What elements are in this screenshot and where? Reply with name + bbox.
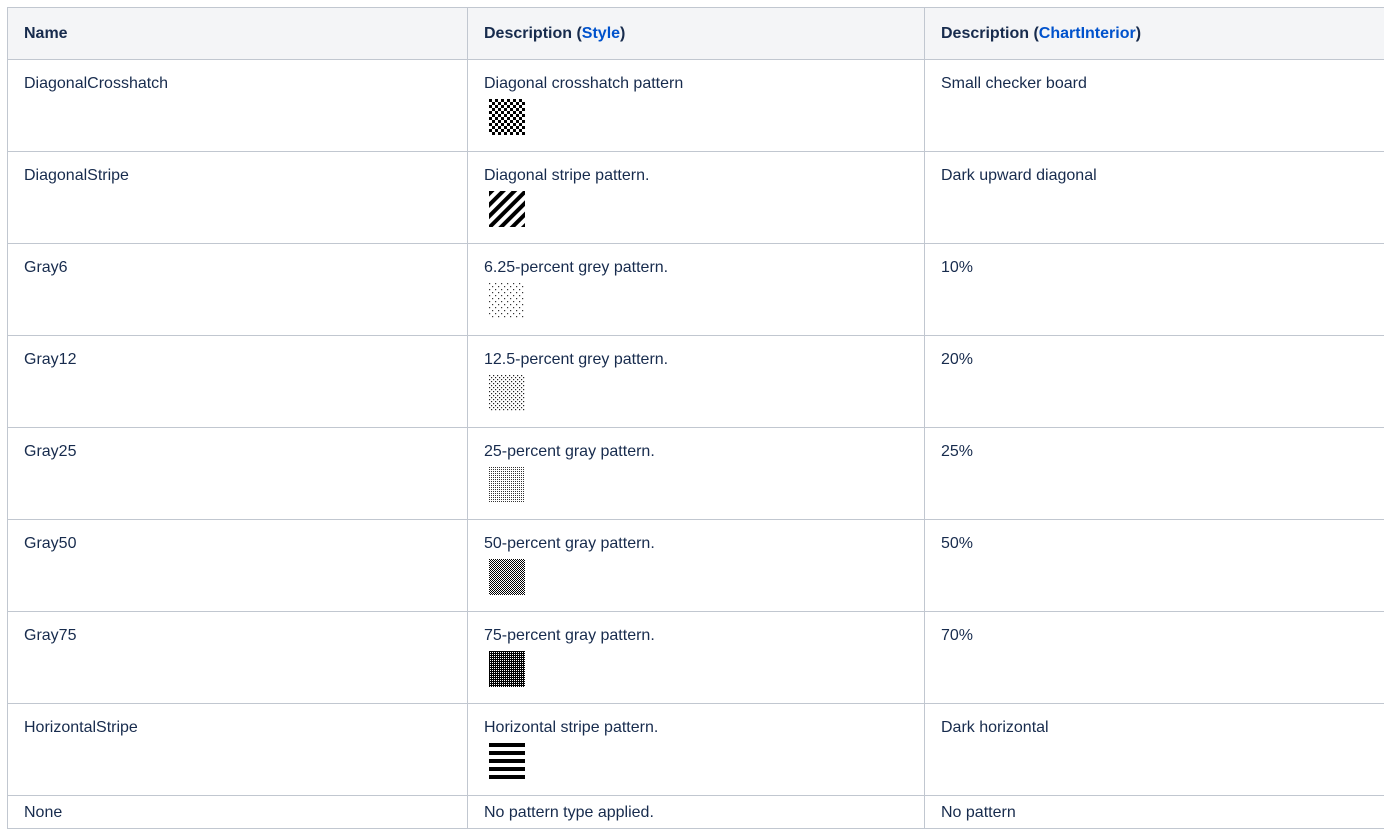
row-chart-desc: Dark horizontal <box>924 703 1384 796</box>
chartinterior-link[interactable]: ChartInterior <box>1039 25 1136 42</box>
row-chart-desc: 25% <box>924 427 1384 520</box>
row-name: DiagonalStripe <box>7 151 468 244</box>
row-chart-desc: No pattern <box>924 795 1384 829</box>
style-desc-text: Diagonal stripe pattern. <box>484 167 650 184</box>
style-desc-text: Diagonal crosshatch pattern <box>484 75 684 92</box>
row-style-desc: 25-percent gray pattern. <box>467 427 925 520</box>
table-row: Gray50 50-percent gray pattern. 50% <box>7 519 1384 612</box>
row-name: DiagonalCrosshatch <box>7 59 468 152</box>
style-desc-text: 12.5-percent grey pattern. <box>484 351 669 368</box>
row-chart-desc: 50% <box>924 519 1384 612</box>
table-row: Gray75 75-percent gray pattern. 70% <box>7 611 1384 704</box>
gray6-swatch-icon <box>489 283 525 319</box>
style-desc-text: No pattern type applied. <box>484 804 654 821</box>
table-row: DiagonalCrosshatch Diagonal crosshatch p… <box>7 59 1384 152</box>
table-row: None No pattern type applied. No pattern <box>7 795 1384 829</box>
header-style-description: Description (Style) <box>467 7 925 60</box>
row-chart-desc: Small checker board <box>924 59 1384 152</box>
row-name: Gray50 <box>7 519 468 612</box>
header-style-prefix: Description ( <box>484 25 582 42</box>
table-header-row: Name Description (Style) Description (Ch… <box>7 7 1384 60</box>
gray25-swatch-icon <box>489 467 525 503</box>
row-style-desc: Diagonal crosshatch pattern <box>467 59 925 152</box>
gray50-swatch-icon <box>489 559 525 595</box>
row-style-desc: 6.25-percent grey pattern. <box>467 243 925 336</box>
row-style-desc: Horizontal stripe pattern. <box>467 703 925 796</box>
style-link[interactable]: Style <box>582 25 620 42</box>
horizontal-stripe-swatch-icon <box>489 743 525 779</box>
table-row: Gray6 6.25-percent grey pattern. 10% <box>7 243 1384 336</box>
style-desc-text: 50-percent gray pattern. <box>484 535 655 552</box>
style-desc-text: 75-percent gray pattern. <box>484 627 655 644</box>
header-chart-prefix: Description ( <box>941 25 1039 42</box>
header-chartinterior-description: Description (ChartInterior) <box>924 7 1384 60</box>
row-style-desc: Diagonal stripe pattern. <box>467 151 925 244</box>
style-desc-text: 6.25-percent grey pattern. <box>484 259 669 276</box>
gray75-swatch-icon <box>489 651 525 687</box>
row-chart-desc: 70% <box>924 611 1384 704</box>
table-row: Gray12 12.5-percent grey pattern. 20% <box>7 335 1384 428</box>
row-style-desc: 75-percent gray pattern. <box>467 611 925 704</box>
row-chart-desc: 20% <box>924 335 1384 428</box>
row-name: Gray25 <box>7 427 468 520</box>
table-row: Gray25 25-percent gray pattern. 25% <box>7 427 1384 520</box>
diagonal-stripe-swatch-icon <box>489 191 525 227</box>
row-style-desc: 50-percent gray pattern. <box>467 519 925 612</box>
header-style-suffix: ) <box>620 25 626 42</box>
table-row: DiagonalStripe Diagonal stripe pattern. … <box>7 151 1384 244</box>
row-name: HorizontalStripe <box>7 703 468 796</box>
style-desc-text: 25-percent gray pattern. <box>484 443 655 460</box>
row-chart-desc: Dark upward diagonal <box>924 151 1384 244</box>
row-name: Gray75 <box>7 611 468 704</box>
row-name: Gray6 <box>7 243 468 336</box>
row-chart-desc: 10% <box>924 243 1384 336</box>
header-name: Name <box>7 7 468 60</box>
row-name: Gray12 <box>7 335 468 428</box>
table-row: HorizontalStripe Horizontal stripe patte… <box>7 703 1384 796</box>
pattern-table: Name Description (Style) Description (Ch… <box>7 7 1384 829</box>
checker-swatch-icon <box>489 99 525 135</box>
row-style-desc: 12.5-percent grey pattern. <box>467 335 925 428</box>
gray12-swatch-icon <box>489 375 525 411</box>
row-style-desc: No pattern type applied. <box>467 795 925 829</box>
style-desc-text: Horizontal stripe pattern. <box>484 719 659 736</box>
row-name: None <box>7 795 468 829</box>
header-chart-suffix: ) <box>1135 25 1142 42</box>
